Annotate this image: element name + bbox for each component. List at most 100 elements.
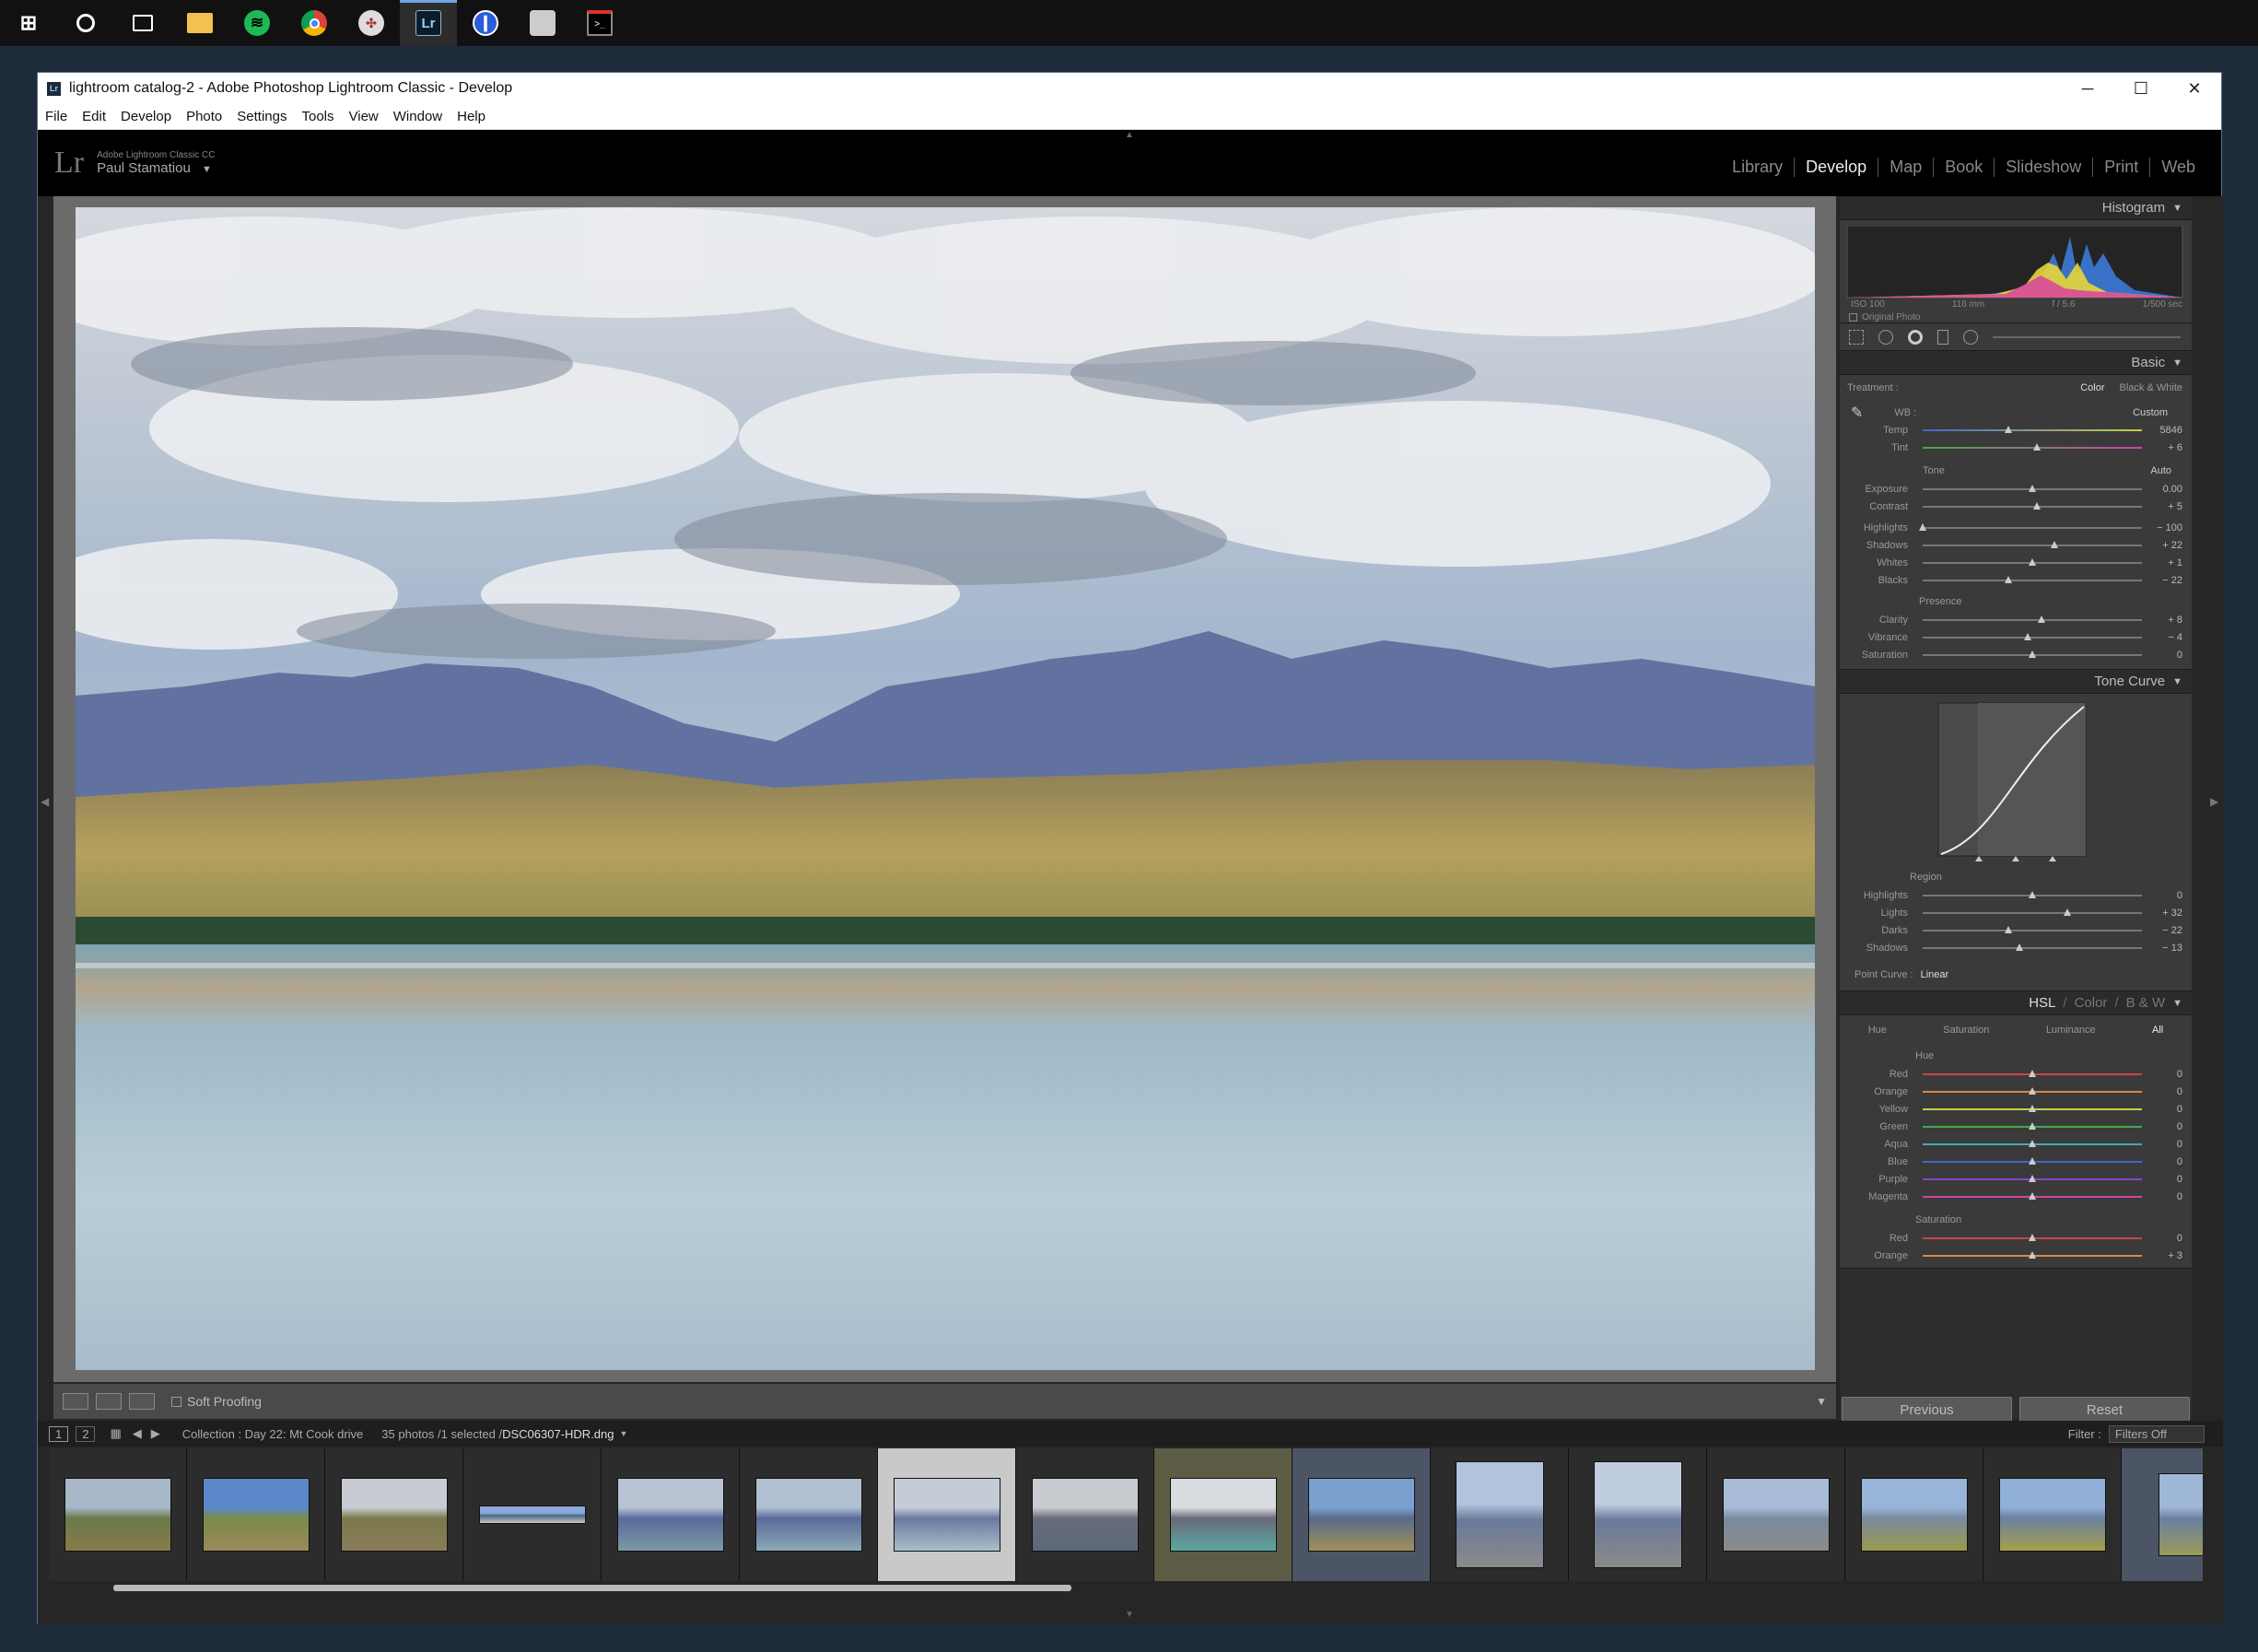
slider-handle[interactable] (2029, 1233, 2036, 1241)
slider-handle[interactable] (2032, 442, 2041, 451)
slider-handle[interactable] (2064, 908, 2072, 916)
menu-view[interactable]: View (349, 109, 379, 124)
file-explorer-icon[interactable] (171, 0, 228, 46)
filmstrip-thumbnail[interactable] (463, 1448, 602, 1581)
slack-icon[interactable]: ✣ (343, 0, 400, 46)
slider-value[interactable]: + 1 (2151, 557, 2192, 568)
point-curve-dropdown[interactable]: Linear (1921, 969, 1949, 980)
slider-value[interactable]: − 4 (2151, 632, 2192, 643)
slider-value[interactable]: − 100 (2151, 522, 2192, 533)
filmstrip-thumbnail[interactable] (1016, 1448, 1154, 1581)
graduated-filter-icon[interactable] (1937, 329, 1948, 345)
module-slideshow[interactable]: Slideshow (1994, 158, 2092, 177)
filmstrip-thumbnail[interactable] (1845, 1448, 1983, 1581)
slider-handle[interactable] (2029, 1104, 2036, 1112)
hue-tab[interactable]: Hue (1868, 1025, 1887, 1036)
chevron-down-icon[interactable]: ▼ (202, 164, 212, 175)
wb-dropdown[interactable]: Custom (2133, 407, 2168, 418)
tone-curve-graph[interactable] (1840, 697, 2192, 863)
window-1-button[interactable]: 1 (49, 1425, 69, 1442)
filmstrip-thumbnail[interactable] (740, 1448, 878, 1581)
collapse-filmstrip-icon[interactable]: ▼ (1125, 1610, 1134, 1620)
selected-filename[interactable]: DSC06307-HDR.dng (502, 1427, 614, 1441)
slider-value[interactable]: + 8 (2151, 615, 2192, 626)
slider-handle[interactable] (2029, 557, 2036, 566)
slider-track[interactable] (1923, 1086, 2142, 1095)
windows-start-icon[interactable]: ⊞ (0, 0, 57, 46)
soft-proofing-checkbox[interactable] (171, 1396, 181, 1407)
close-button[interactable]: ✕ (2168, 79, 2221, 99)
collapse-icon[interactable]: ▼ (2172, 357, 2182, 369)
slider-track[interactable] (1923, 557, 2142, 566)
slider-value[interactable]: + 6 (2151, 442, 2192, 453)
module-web[interactable]: Web (2149, 158, 2206, 177)
collapse-icon[interactable]: ▼ (2172, 676, 2182, 687)
slider-handle[interactable] (2004, 925, 2012, 933)
collection-label[interactable]: Collection : Day 22: Mt Cook drive (182, 1427, 364, 1441)
slider-track[interactable] (1923, 1156, 2142, 1165)
adjustment-brush-icon[interactable] (1993, 335, 2181, 338)
slider-track[interactable] (1923, 1104, 2142, 1112)
slider-handle[interactable] (2050, 540, 2058, 548)
slider-track[interactable] (1923, 501, 2142, 510)
reset-button[interactable]: Reset (2019, 1397, 2190, 1423)
filmstrip-thumbnail[interactable] (325, 1448, 463, 1581)
slider-track[interactable] (1923, 632, 2142, 640)
slider-value[interactable]: 0 (2151, 1191, 2192, 1202)
histogram-header[interactable]: Histogram ▼ (1840, 196, 2192, 220)
before-after-swap-button[interactable] (129, 1393, 155, 1410)
slider-value[interactable]: 0 (2151, 1069, 2192, 1080)
module-print[interactable]: Print (2092, 158, 2149, 177)
luminance-tab[interactable]: Luminance (2046, 1025, 2096, 1036)
color-tab[interactable]: Color (2075, 995, 2108, 1011)
treatment-bw-button[interactable]: Black & White (2120, 382, 2182, 393)
filmstrip-thumbnail[interactable] (1707, 1448, 1845, 1581)
slider-handle[interactable] (2004, 425, 2012, 433)
spot-removal-icon[interactable] (1878, 329, 1893, 345)
slider-value[interactable]: 0 (2151, 1174, 2192, 1185)
slider-value[interactable]: + 5 (2151, 501, 2192, 512)
hsl-header[interactable]: HSL / Color / B & W ▼ (1840, 991, 2192, 1015)
slider-track[interactable] (1923, 1250, 2142, 1259)
slider-track[interactable] (1923, 615, 2142, 623)
menu-help[interactable]: Help (457, 109, 486, 124)
slider-handle[interactable] (2029, 1086, 2036, 1095)
slider-handle[interactable] (2032, 501, 2041, 510)
filmstrip-scrollbar[interactable] (113, 1585, 1071, 1591)
spotify-icon[interactable]: ≋ (228, 0, 286, 46)
slider-track[interactable] (1923, 1121, 2142, 1130)
slider-track[interactable] (1923, 908, 2142, 916)
auto-tone-button[interactable]: Auto (2150, 465, 2171, 476)
slider-handle[interactable] (2029, 1139, 2036, 1147)
filter-dropdown[interactable]: Filters Off (2108, 1424, 2205, 1443)
filmstrip-thumbnail[interactable] (1154, 1448, 1293, 1581)
previous-button[interactable]: Previous (1842, 1397, 2012, 1423)
slider-handle[interactable] (2004, 575, 2012, 583)
slider-handle[interactable] (2029, 1250, 2036, 1259)
slider-track[interactable] (1923, 890, 2142, 898)
hsl-tab[interactable]: HSL (2029, 995, 2055, 1011)
toolbar-menu-icon[interactable]: ▼ (1816, 1395, 1827, 1408)
terminal-icon[interactable]: >_ (571, 0, 628, 46)
grid-view-icon[interactable]: ▦ (110, 1426, 121, 1441)
menu-photo[interactable]: Photo (186, 109, 222, 124)
original-photo-checkbox[interactable] (1849, 313, 1857, 322)
slider-value[interactable]: − 13 (2151, 943, 2192, 954)
slider-handle[interactable] (2024, 632, 2032, 640)
red-eye-icon[interactable] (1908, 329, 1923, 345)
menu-window[interactable]: Window (393, 109, 442, 124)
menu-tools[interactable]: Tools (301, 109, 333, 124)
slider-track[interactable] (1923, 575, 2142, 583)
slider-value[interactable]: − 22 (2151, 575, 2192, 586)
slider-handle[interactable] (2015, 943, 2023, 951)
slider-track[interactable] (1923, 1191, 2142, 1200)
left-panel-toggle-icon[interactable]: ◀ (41, 795, 49, 808)
filmstrip-thumbnail[interactable] (878, 1448, 1016, 1581)
slider-track[interactable] (1923, 943, 2142, 951)
slider-value[interactable]: 0 (2151, 1104, 2192, 1115)
identity-plate[interactable]: Adobe Lightroom Classic CC Paul Stamatio… (97, 150, 215, 176)
slider-value[interactable]: 0 (2151, 1139, 2192, 1150)
slider-handle[interactable] (2029, 1121, 2036, 1130)
chrome-icon[interactable] (286, 0, 343, 46)
slider-handle[interactable] (2029, 1174, 2036, 1182)
